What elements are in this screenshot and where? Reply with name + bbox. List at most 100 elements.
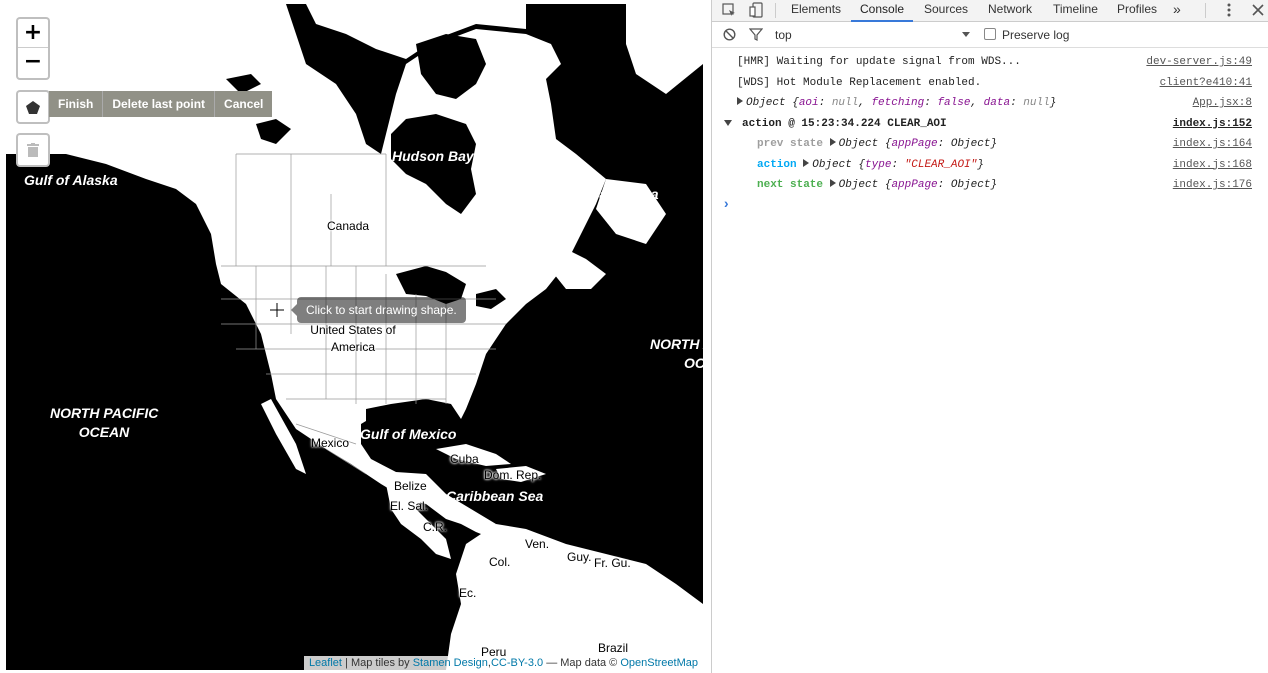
object-value: Object: [950, 138, 991, 150]
close-devtools-icon[interactable]: [1252, 3, 1264, 21]
finish-button[interactable]: Finish: [49, 91, 102, 117]
map[interactable]: Gulf of Alaska Hudson Bay Labrador Sea C…: [6, 4, 703, 670]
label-north-atlantic-line1: NORTH A: [650, 336, 703, 352]
preserve-log-label: Preserve log: [1002, 28, 1070, 42]
group-item-label: action: [757, 158, 797, 171]
console-toolbar: top Preserve log: [712, 22, 1268, 48]
context-selector[interactable]: top: [775, 28, 792, 42]
expand-triangle-icon[interactable]: [829, 179, 836, 187]
label-ec: Ec.: [459, 586, 477, 600]
label-guy: Guy.: [567, 550, 592, 564]
console-prompt-icon: ›: [722, 196, 731, 213]
object-value: Object: [950, 179, 991, 191]
console-group-item[interactable]: action Object {type: "CLEAR_AOI"} index.…: [712, 155, 1268, 176]
leaflet-link[interactable]: Leaflet: [309, 657, 342, 669]
delete-last-point-button[interactable]: Delete last point: [102, 91, 214, 117]
north-america-land: [6, 4, 606, 536]
tab-profiles[interactable]: Profiles: [1117, 0, 1157, 22]
draw-tooltip: Click to start drawing shape.: [291, 297, 466, 323]
zoom-control: + −: [16, 17, 50, 80]
tab-console[interactable]: Console: [851, 0, 914, 22]
label-dom-rep: Dom. Rep.: [484, 468, 542, 482]
group-title: action @ 15:23:34.224 CLEAR_AOI: [742, 117, 947, 130]
inspect-element-icon[interactable]: [722, 3, 736, 22]
console-prompt[interactable]: ›: [712, 196, 1268, 217]
tab-timeline[interactable]: Timeline: [1053, 0, 1098, 22]
message-source-link[interactable]: index.js:152: [1173, 118, 1252, 130]
label-cuba: Cuba: [450, 452, 479, 466]
expand-triangle-icon[interactable]: [737, 97, 743, 105]
object-prefix: Object {: [838, 179, 892, 191]
license-link[interactable]: CC-BY-3.0: [491, 657, 543, 669]
stamen-link[interactable]: Stamen Design: [413, 657, 488, 669]
object-value: null: [1023, 97, 1050, 109]
trash-icon: [27, 143, 39, 157]
label-north-pacific: NORTH PACIFIC OCEAN: [50, 404, 158, 442]
object-key: data: [983, 97, 1011, 109]
cancel-button[interactable]: Cancel: [214, 91, 272, 117]
message-source-link[interactable]: client?e410:41: [1160, 77, 1252, 89]
object-value: false: [937, 97, 971, 109]
attribution-text-2: — Map data ©: [543, 657, 621, 669]
clear-console-icon[interactable]: [723, 28, 736, 44]
tab-sources[interactable]: Sources: [924, 0, 968, 22]
console-group-item[interactable]: next state Object {appPage: Object} inde…: [712, 175, 1268, 196]
message-source-link[interactable]: dev-server.js:49: [1146, 56, 1252, 68]
collapse-triangle-icon[interactable]: [724, 119, 732, 126]
object-key: appPage: [891, 179, 938, 191]
message-source-link[interactable]: index.js:164: [1173, 138, 1252, 150]
draw-actions-bar: Finish Delete last point Cancel: [49, 91, 273, 117]
object-value: null: [831, 97, 859, 109]
label-ven: Ven.: [525, 537, 550, 551]
object-suffix: }: [1049, 97, 1057, 109]
message-source-link[interactable]: index.js:176: [1173, 179, 1252, 191]
console-message: [HMR] Waiting for update signal from WDS…: [712, 52, 1268, 73]
expand-triangle-icon[interactable]: [829, 138, 836, 146]
device-toolbar-icon[interactable]: [749, 2, 763, 23]
zoom-out-button[interactable]: −: [18, 48, 48, 77]
kebab-menu-icon[interactable]: [1227, 2, 1231, 23]
object-prefix: Object {: [746, 97, 799, 109]
expand-triangle-icon[interactable]: [803, 158, 810, 167]
draw-polygon-button[interactable]: [16, 90, 50, 124]
devtools-tabbar: Elements Console Sources Network Timelin…: [712, 0, 1268, 22]
label-north-pacific-line2: OCEAN: [78, 424, 130, 440]
group-item-label: next state: [757, 179, 824, 191]
devtools-panel: Elements Console Sources Network Timelin…: [711, 0, 1268, 673]
message-source-link[interactable]: index.js:168: [1173, 159, 1252, 171]
tab-divider-2: [1205, 3, 1206, 18]
more-tabs-button[interactable]: »: [1173, 0, 1181, 22]
polygon-icon: [26, 100, 40, 114]
label-fr-gu: Fr. Gu.: [594, 556, 631, 570]
object-prefix: Object {: [838, 138, 892, 150]
label-caribbean-sea: Caribbean Sea: [446, 488, 544, 504]
label-usa: United States of America: [307, 322, 399, 356]
tab-network[interactable]: Network: [988, 0, 1032, 22]
zoom-in-button[interactable]: +: [18, 19, 48, 48]
console-messages: [HMR] Waiting for update signal from WDS…: [712, 48, 1268, 216]
console-group-header[interactable]: action @ 15:23:34.224 CLEAR_AOI index.js…: [712, 114, 1268, 135]
label-col: Col.: [489, 555, 511, 569]
preserve-log-checkbox[interactable]: [984, 28, 996, 40]
tab-elements[interactable]: Elements: [791, 0, 841, 22]
object-key: appPage: [891, 138, 938, 150]
object-prefix: Object {: [812, 158, 866, 171]
console-group-item[interactable]: prev state Object {appPage: Object} inde…: [712, 134, 1268, 155]
object-key: aoi: [798, 97, 819, 109]
attribution-text-1: | Map tiles by: [341, 657, 413, 669]
message-source-link[interactable]: App.jsx:8: [1193, 97, 1252, 109]
osm-link[interactable]: OpenStreetMap: [620, 657, 698, 669]
object-key: type: [865, 158, 892, 171]
console-message-object[interactable]: Object {aoi: null, fetching: false, data…: [712, 93, 1268, 114]
label-belize: Belize: [394, 479, 427, 493]
object-value: "CLEAR_AOI": [904, 158, 978, 171]
filter-icon[interactable]: [748, 28, 764, 44]
map-attribution: Leaflet | Map tiles by Stamen Design,CC-…: [303, 656, 703, 670]
label-brazil: Brazil: [598, 641, 629, 655]
message-text: [HMR] Waiting for update signal from WDS…: [737, 56, 1021, 68]
object-suffix: }: [990, 138, 998, 150]
context-dropdown-icon[interactable]: [962, 32, 970, 37]
label-mexico: Mexico: [311, 436, 350, 450]
delete-layers-button[interactable]: [16, 133, 50, 167]
label-usa-line2: America: [330, 340, 375, 354]
